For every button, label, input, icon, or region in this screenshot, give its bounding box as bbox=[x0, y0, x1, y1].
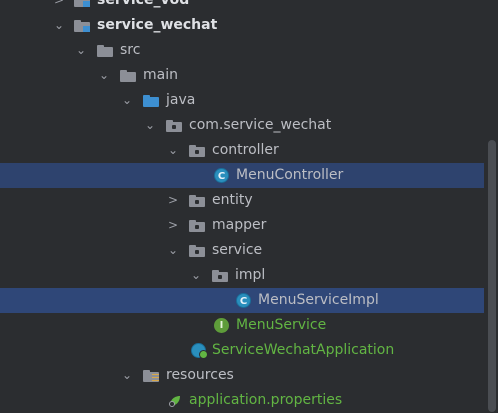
resources-folder-icon bbox=[143, 370, 159, 382]
tree-item-package-root[interactable]: ⌄ com.service_wechat bbox=[0, 113, 484, 138]
tree-item-menu-service-impl[interactable]: C MenuServiceImpl bbox=[0, 288, 484, 313]
tree-item-resources[interactable]: ⌄ resources bbox=[0, 363, 484, 388]
tree-item-label: ServiceWechatApplication bbox=[212, 342, 395, 358]
package-icon bbox=[212, 270, 228, 282]
expand-arrow-icon[interactable]: > bbox=[166, 188, 180, 213]
tree-item-menu-controller[interactable]: C MenuController bbox=[0, 163, 484, 188]
expand-arrow-icon[interactable]: > bbox=[166, 213, 180, 238]
tree-item-label: com.service_wechat bbox=[189, 117, 332, 133]
tree-item-label: MenuController bbox=[236, 167, 344, 183]
collapse-arrow-icon[interactable]: ⌄ bbox=[52, 13, 66, 38]
package-icon bbox=[189, 245, 205, 257]
tree-item-service-wechat[interactable]: ⌄ service_wechat bbox=[0, 13, 484, 38]
tree-item-service-wechat-application[interactable]: ServiceWechatApplication bbox=[0, 338, 484, 363]
tree-item-menu-service[interactable]: I MenuService bbox=[0, 313, 484, 338]
tree-item-label: controller bbox=[212, 142, 279, 158]
package-icon bbox=[189, 220, 205, 232]
tree-item-label: main bbox=[143, 67, 178, 83]
module-folder-icon bbox=[74, 20, 90, 32]
tree-item-controller[interactable]: ⌄ controller bbox=[0, 138, 484, 163]
tree-item-label: impl bbox=[235, 267, 266, 283]
tree-item-label: MenuServiceImpl bbox=[258, 292, 379, 308]
tree-item-java[interactable]: ⌄ java bbox=[0, 88, 484, 113]
expand-arrow-icon[interactable]: > bbox=[52, 0, 66, 13]
module-folder-icon bbox=[74, 0, 90, 7]
tree-item-src[interactable]: ⌄ src bbox=[0, 38, 484, 63]
tree-item-application-properties[interactable]: application.properties bbox=[0, 388, 484, 413]
tree-item-label: service_wechat bbox=[97, 17, 218, 33]
folder-icon bbox=[97, 45, 113, 57]
tree-item-impl[interactable]: ⌄ impl bbox=[0, 263, 484, 288]
tree-item-service[interactable]: ⌄ service bbox=[0, 238, 484, 263]
collapse-arrow-icon[interactable]: ⌄ bbox=[120, 88, 134, 113]
class-icon: C bbox=[236, 293, 251, 308]
collapse-arrow-icon[interactable]: ⌄ bbox=[120, 363, 134, 388]
collapse-arrow-icon[interactable]: ⌄ bbox=[166, 238, 180, 263]
collapse-arrow-icon[interactable]: ⌄ bbox=[143, 113, 157, 138]
project-tree: > service_vod ⌄ service_wechat ⌄ src ⌄ m… bbox=[0, 0, 484, 413]
folder-icon bbox=[120, 70, 136, 82]
package-icon bbox=[189, 145, 205, 157]
tree-item-label: service bbox=[212, 242, 263, 258]
tree-item-entity[interactable]: > entity bbox=[0, 188, 484, 213]
tree-item-label: service_vod bbox=[97, 0, 190, 8]
package-icon bbox=[189, 195, 205, 207]
spring-leaf-icon bbox=[169, 396, 180, 407]
tree-item-label: mapper bbox=[212, 217, 267, 233]
tree-item-label: entity bbox=[212, 192, 253, 208]
tree-item-mapper[interactable]: > mapper bbox=[0, 213, 484, 238]
package-icon bbox=[166, 120, 182, 132]
tree-item-label: java bbox=[166, 92, 196, 108]
tree-item-main[interactable]: ⌄ main bbox=[0, 63, 484, 88]
class-icon: C bbox=[214, 168, 229, 183]
spring-application-icon bbox=[191, 343, 208, 359]
source-folder-icon bbox=[143, 95, 159, 107]
tree-item-service-vod[interactable]: > service_vod bbox=[0, 0, 484, 13]
interface-icon: I bbox=[214, 318, 229, 333]
collapse-arrow-icon[interactable]: ⌄ bbox=[97, 63, 111, 88]
tree-item-label: application.properties bbox=[189, 392, 343, 408]
collapse-arrow-icon[interactable]: ⌄ bbox=[166, 138, 180, 163]
tree-item-label: resources bbox=[166, 367, 234, 383]
tree-item-label: src bbox=[120, 42, 141, 58]
collapse-arrow-icon[interactable]: ⌄ bbox=[189, 263, 203, 288]
vertical-scrollbar[interactable] bbox=[488, 140, 496, 412]
collapse-arrow-icon[interactable]: ⌄ bbox=[74, 38, 88, 63]
tree-item-label: MenuService bbox=[236, 317, 327, 333]
